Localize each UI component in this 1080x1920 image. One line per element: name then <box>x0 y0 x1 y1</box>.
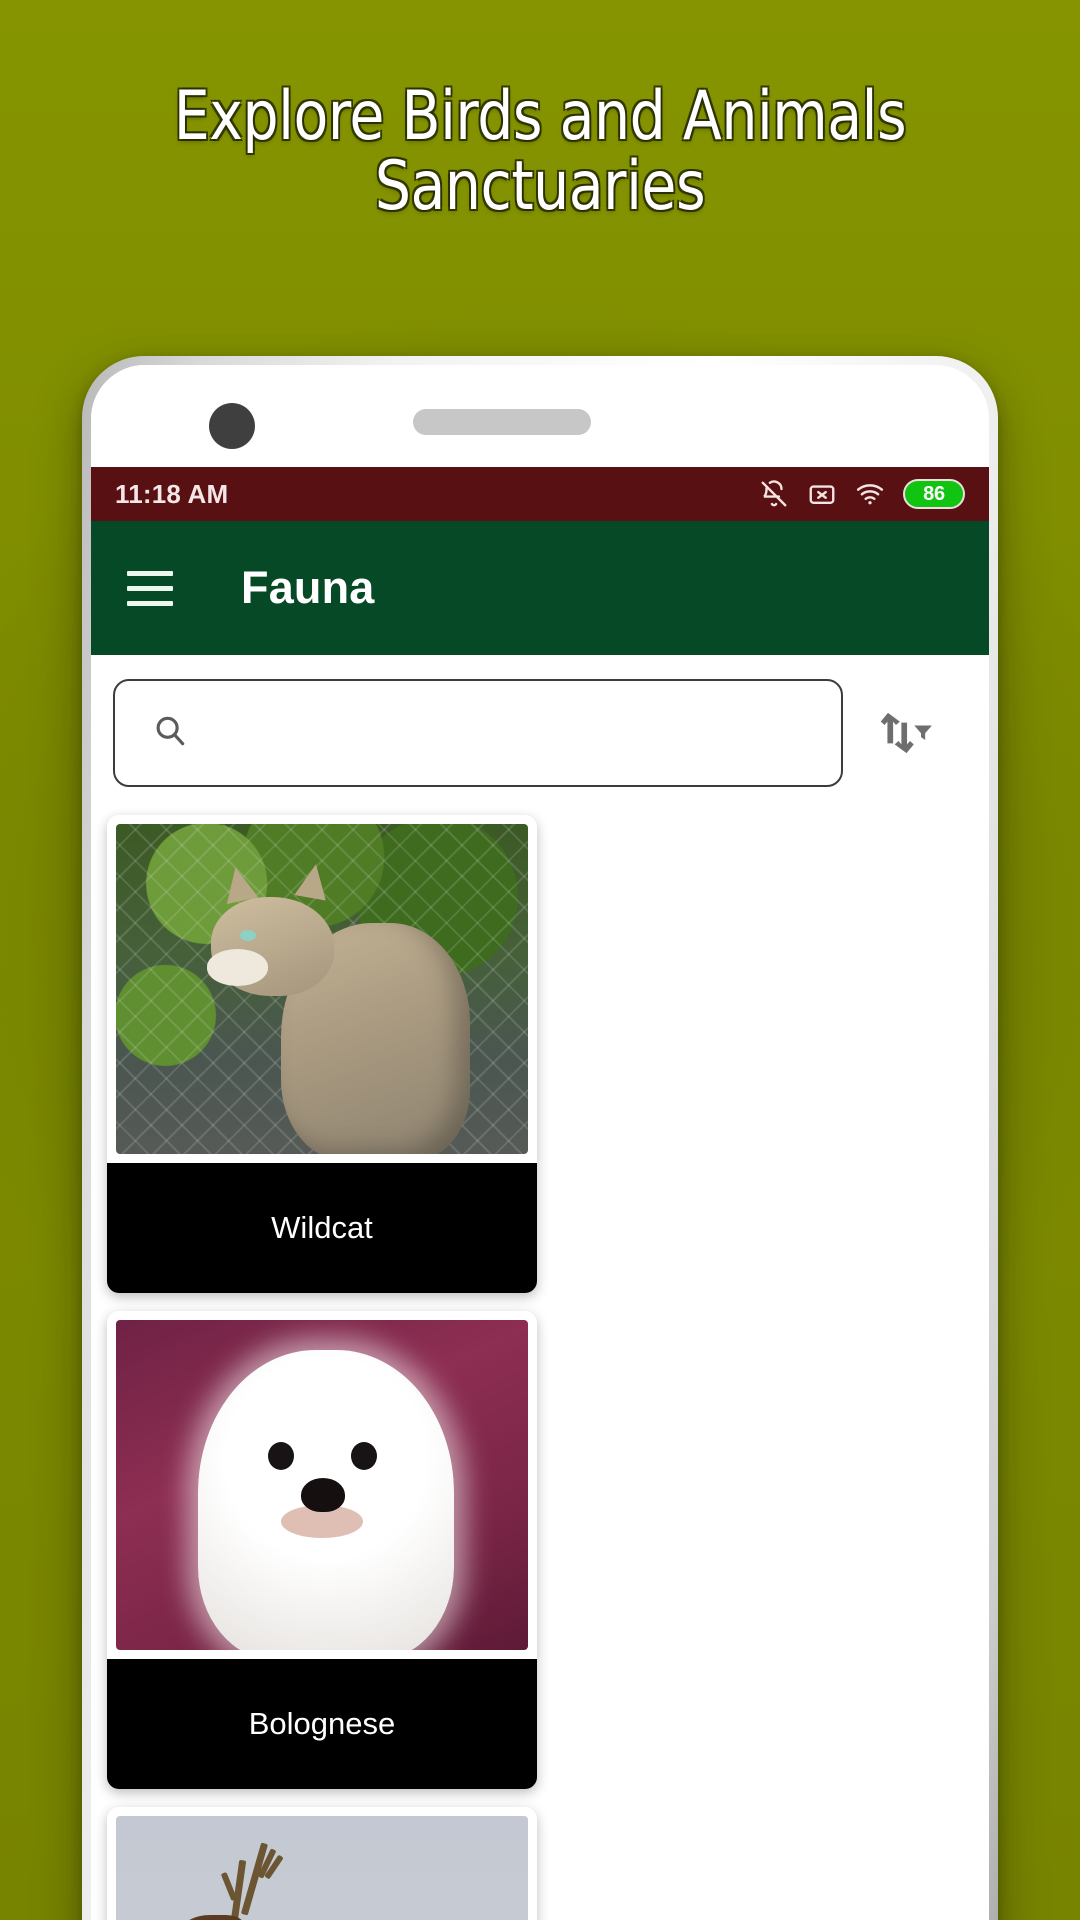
animal-card-image <box>116 1816 528 1920</box>
bell-off-icon <box>759 479 789 509</box>
app-screen: 11:18 AM 86 Fauna Wildcat Bolognese <box>91 467 989 1920</box>
promo-headline: Explore Birds and Animals Sanctuaries <box>38 81 1042 227</box>
animal-card[interactable]: Bolognese <box>107 1311 537 1789</box>
promo-headline-line2: Sanctuaries <box>374 147 706 227</box>
wifi-icon <box>855 479 885 509</box>
phone-screen-area: 11:18 AM 86 Fauna Wildcat Bolognese <box>91 365 989 1920</box>
animal-card-grid: Wildcat Bolognese <box>91 803 989 1920</box>
animal-card-label: Bolognese <box>107 1659 537 1789</box>
animal-card[interactable]: Wildcat <box>107 815 537 1293</box>
phone-top-bezel <box>91 365 989 467</box>
status-bar-clock: 11:18 AM <box>115 478 229 509</box>
animal-card[interactable]: Red deer <box>107 1807 537 1920</box>
animal-card-image <box>116 824 528 1154</box>
promo-headline-line1: Explore Birds and Animals <box>173 77 907 156</box>
status-bar-icons: 86 <box>759 479 965 509</box>
page-title: Fauna <box>241 562 375 613</box>
hamburger-menu-icon[interactable] <box>127 570 173 606</box>
search-input[interactable] <box>189 716 841 750</box>
search-field-container[interactable] <box>113 679 843 787</box>
status-bar: 11:18 AM 86 <box>91 467 989 521</box>
phone-frame: 11:18 AM 86 Fauna Wildcat Bolognese <box>82 356 998 1920</box>
sim-card-off-icon <box>807 479 837 509</box>
app-bar: Fauna <box>91 521 989 655</box>
promo-screenshot: Explore Birds and Animals Sanctuaries 11… <box>0 0 1080 1920</box>
animal-card-image <box>116 1320 528 1650</box>
animal-card-label: Wildcat <box>107 1163 537 1293</box>
search-row <box>91 655 989 803</box>
camera-dot-icon <box>209 403 255 449</box>
battery-status-badge: 86 <box>903 479 965 509</box>
search-icon <box>151 712 189 755</box>
earpiece-speaker-icon <box>413 409 591 435</box>
sort-filter-icon[interactable] <box>843 679 967 787</box>
